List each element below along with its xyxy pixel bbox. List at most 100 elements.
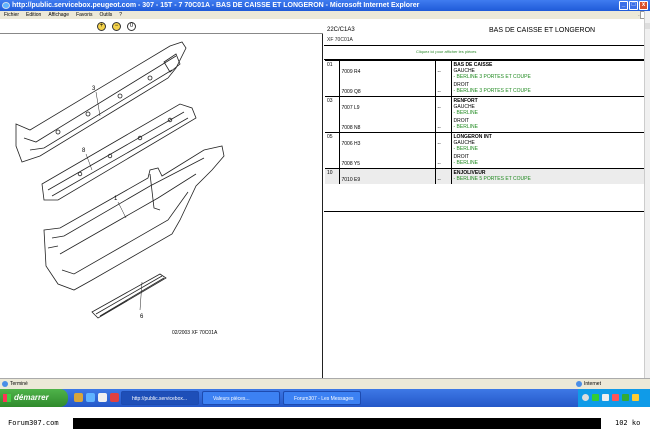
callout-1: 1 xyxy=(114,196,118,202)
tray-network-icon[interactable] xyxy=(582,394,589,401)
part-reference[interactable]: 7009 R4 xyxy=(339,60,436,81)
parts-row[interactable]: 05 7006 H3 -- LONGERON INT GAUCHE - BERLINE xyxy=(325,132,644,153)
callout-6: 6 xyxy=(140,314,144,320)
status-zone: Internet xyxy=(584,381,601,387)
status-bar: Terminé Internet xyxy=(0,378,650,389)
window-title: http://public.servicebox.peugeot.com - 3… xyxy=(12,2,420,9)
part-number xyxy=(325,153,340,169)
drawing-toolbar: + − 0 xyxy=(0,19,323,34)
screen: http://public.servicebox.peugeot.com - 3… xyxy=(0,0,650,429)
quicklaunch-ie-icon[interactable] xyxy=(86,393,95,402)
start-label: démarrer xyxy=(14,393,49,402)
zoom-reset-icon[interactable]: 0 xyxy=(127,22,136,31)
tray-update-icon[interactable] xyxy=(622,394,629,401)
callout-8: 8 xyxy=(82,148,86,154)
parts-row[interactable]: 7008 N8 -- DROIT - BERLINE xyxy=(325,117,644,133)
part-reference[interactable]: 7008 Y5 xyxy=(339,153,436,169)
quicklaunch-app-icon[interactable] xyxy=(110,393,119,402)
plate-title: BAS DE CAISSE ET LONGERON xyxy=(489,27,596,34)
watermark-site: Forum307.com xyxy=(0,418,73,429)
status-text: Terminé xyxy=(10,381,28,387)
parts-row[interactable]: 7008 Y5 -- DROIT - BERLINE xyxy=(325,153,644,169)
exploded-view-drawing: 3 8 1 6 02/2003 XF 70C01A xyxy=(0,34,323,378)
task-forum307[interactable]: Forum307 - Les Messages xyxy=(283,391,361,405)
menu-favorites[interactable]: Favoris xyxy=(76,11,92,19)
part-reference[interactable]: 7010 E9 xyxy=(339,168,436,184)
part-number: 05 xyxy=(325,132,340,153)
system-tray xyxy=(578,389,650,407)
zoom-out-icon[interactable]: − xyxy=(112,22,121,31)
plate-subtitle: XF 70C01A xyxy=(327,37,353,43)
plate-code: 22C/C1A3 xyxy=(327,27,355,33)
parts-row[interactable]: 03 7007 L9 -- RENFORT GAUCHE - BERLINE xyxy=(325,96,644,117)
part-description: DROIT - BERLINE xyxy=(451,117,644,133)
part-reference[interactable]: 7008 N8 xyxy=(339,117,436,133)
tray-security-icon[interactable] xyxy=(592,394,599,401)
part-note: - BERLINE xyxy=(453,124,478,130)
maximize-button[interactable]: □ xyxy=(629,1,638,10)
parts-row[interactable]: 7009 Q8 -- DROIT - BERLINE 3 PORTES ET COUP… xyxy=(325,81,644,97)
taskbar: démarrer http://public.servicebox... Val… xyxy=(0,389,650,407)
start-button[interactable]: démarrer xyxy=(0,389,68,407)
zoom-in-icon[interactable]: + xyxy=(97,22,106,31)
part-reference[interactable]: 7007 L9 xyxy=(339,96,436,117)
menu-file[interactable]: Fichier xyxy=(4,11,19,19)
close-button[interactable]: x xyxy=(639,1,648,10)
minimize-button[interactable]: _ xyxy=(619,1,628,10)
part-quantity: -- xyxy=(435,60,452,81)
tray-antivirus-icon[interactable] xyxy=(612,394,619,401)
task-valeurs[interactable]: Valeurs pièces... xyxy=(202,391,280,405)
window-controls: _ □ x xyxy=(619,1,648,10)
drawing-reference: 02/2003 XF 70C01A xyxy=(172,330,218,336)
quicklaunch-desktop-icon[interactable] xyxy=(98,393,107,402)
parts-diagram: 3 8 1 6 xyxy=(15,41,225,320)
part-description: DROIT - BERLINE 3 PORTES ET COUPE xyxy=(451,81,644,97)
part-description: DROIT - BERLINE xyxy=(451,153,644,169)
part-number: 03 xyxy=(325,96,340,117)
part-note: - BERLINE 5 PORTES ET COUPE xyxy=(453,176,531,182)
part-description: BAS DE CAISSE GAUCHE - BERLINE 3 PORTES ET… xyxy=(451,60,644,81)
task-servicebox[interactable]: http://public.servicebox... xyxy=(121,391,199,405)
scroll-up-arrow-icon[interactable] xyxy=(645,23,650,29)
parts-row[interactable]: 10 7010 E9 -- ENJOLIVEUR - BERLINE 5 PORTES … xyxy=(325,168,644,184)
watermark-bar: Forum307.com 102 ko xyxy=(0,418,650,429)
menu-view[interactable]: Affichage xyxy=(48,11,69,19)
part-description: RENFORT GAUCHE - BERLINE xyxy=(451,96,644,117)
part-quantity: -- xyxy=(435,81,452,97)
menu-tools[interactable]: Outils xyxy=(99,11,112,19)
part-note: - BERLINE xyxy=(453,110,478,116)
window-titlebar[interactable]: http://public.servicebox.peugeot.com - 3… xyxy=(0,0,650,11)
internet-explorer-icon xyxy=(2,2,10,9)
part-description: ENJOLIVEUR - BERLINE 5 PORTES ET COUPE xyxy=(451,168,644,184)
vertical-scrollbar[interactable] xyxy=(644,11,650,378)
internet-zone-icon xyxy=(576,381,582,387)
tray-messenger-icon[interactable] xyxy=(632,394,639,401)
part-quantity: -- xyxy=(435,168,452,184)
part-number: 10 xyxy=(325,168,340,184)
part-note: - BERLINE xyxy=(453,160,478,166)
part-quantity: -- xyxy=(435,96,452,117)
tray-volume-icon[interactable] xyxy=(602,394,609,401)
part-description: LONGERON INT GAUCHE - BERLINE xyxy=(451,132,644,153)
show-parts-link[interactable]: Cliquez ici pour afficher les pièces xyxy=(416,49,476,54)
parts-row[interactable]: 01 7009 R4 -- BAS DE CAISSE GAUCHE - BERLINE … xyxy=(325,60,644,81)
part-reference[interactable]: 7009 Q8 xyxy=(339,81,436,97)
part-quantity: -- xyxy=(435,117,452,133)
part-quantity: -- xyxy=(435,153,452,169)
parts-panel: 22C/C1A3 XF 70C01A BAS DE CAISSE ET LONG… xyxy=(324,19,644,378)
divider xyxy=(324,211,644,212)
divider xyxy=(324,45,644,46)
quicklaunch-folder-icon[interactable] xyxy=(74,393,83,402)
part-note: - BERLINE 3 PORTES ET COUPE xyxy=(453,88,531,94)
page-done-icon xyxy=(2,381,8,387)
menu-bar: Fichier Edition Affichage Favoris Outils… xyxy=(0,11,650,19)
windows-logo-icon xyxy=(3,394,11,402)
part-note: - BERLINE 3 PORTES ET COUPE xyxy=(453,74,531,80)
part-number: 01 xyxy=(325,60,340,81)
part-6-trim xyxy=(91,273,167,319)
menu-help[interactable]: ? xyxy=(119,11,122,19)
part-note: - BERLINE xyxy=(453,146,478,152)
menu-edit[interactable]: Edition xyxy=(26,11,41,19)
part-number xyxy=(325,117,340,133)
part-reference[interactable]: 7006 H3 xyxy=(339,132,436,153)
